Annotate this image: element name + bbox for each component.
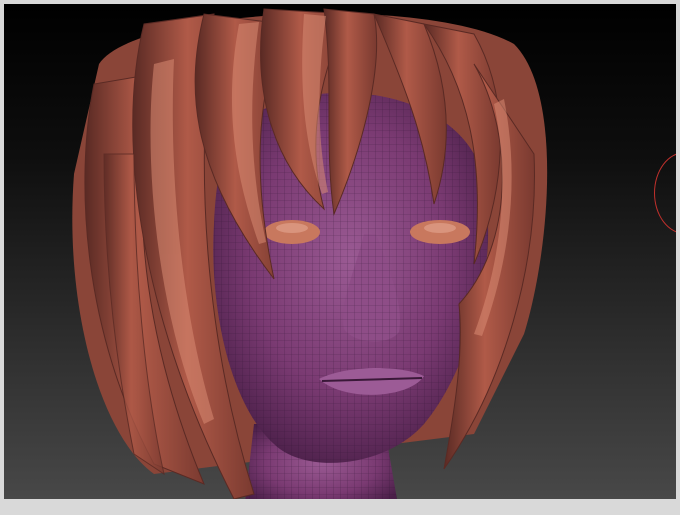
sculpt-viewport[interactable]	[4, 4, 676, 511]
viewport-frame	[0, 0, 680, 515]
bottom-bar	[4, 499, 676, 511]
sculpt-model[interactable]	[4, 4, 676, 511]
